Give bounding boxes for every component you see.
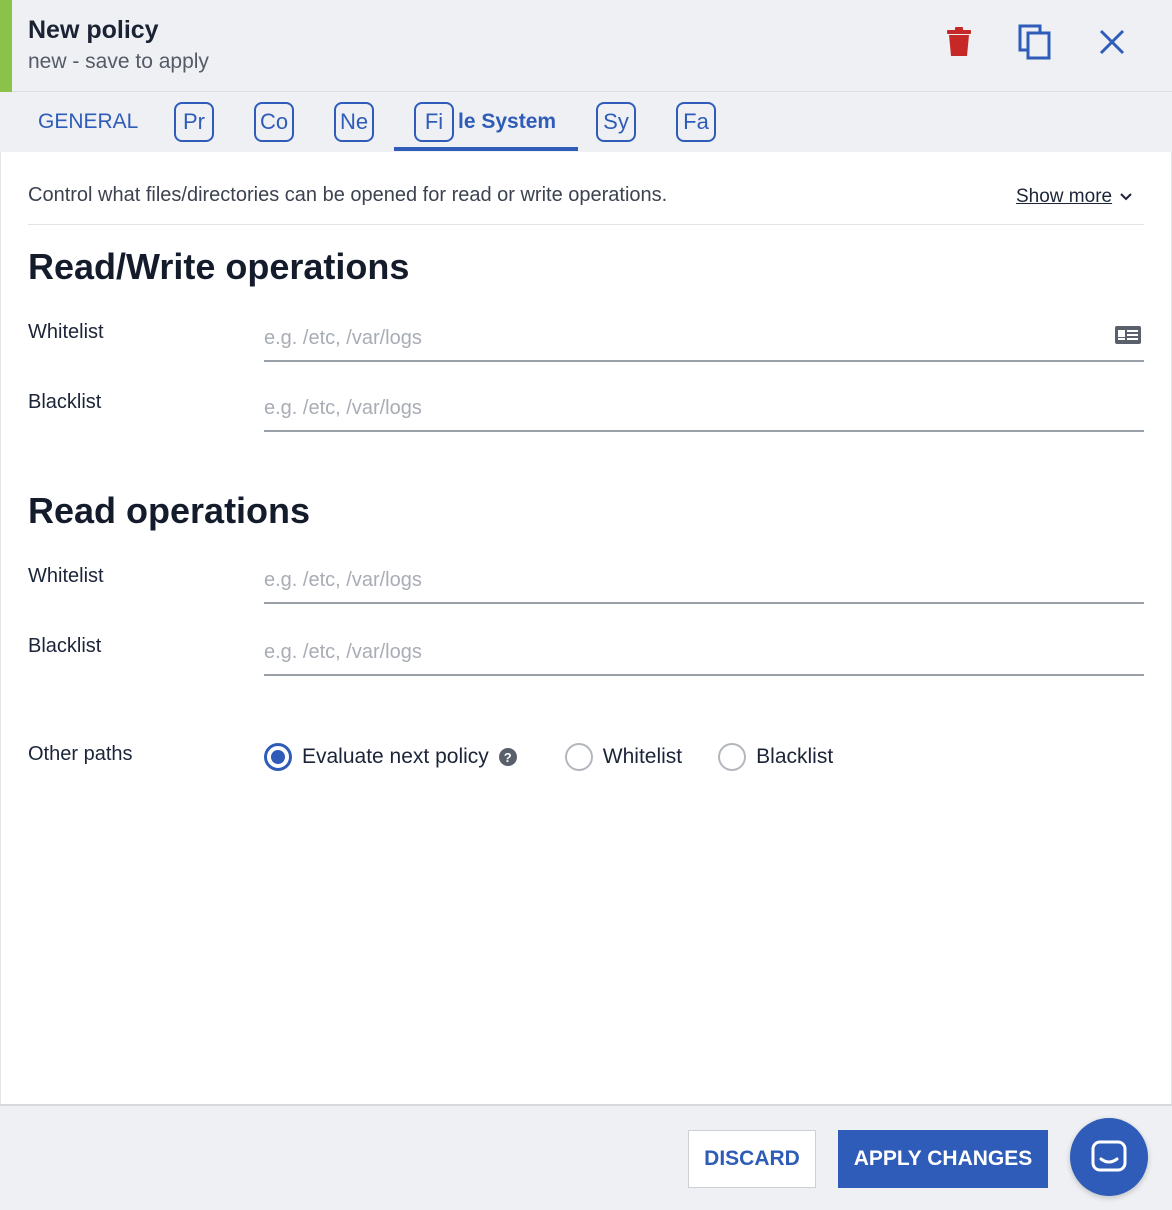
tab-pr[interactable]: Pr — [174, 92, 214, 152]
discard-button[interactable]: DISCARD — [688, 1130, 816, 1188]
tab-ne-label: Ne — [334, 102, 375, 142]
status-accent-bar — [0, 0, 12, 92]
radio-blacklist-label: Blacklist — [756, 745, 834, 768]
r-blacklist-label: Blacklist — [28, 635, 102, 657]
apply-changes-button[interactable]: APPLY CHANGES — [838, 1130, 1048, 1188]
radio-evaluate-label: Evaluate next policy — [302, 745, 489, 768]
r-whitelist-input[interactable] — [264, 558, 1144, 604]
section-description: Control what files/directories can be op… — [28, 184, 668, 206]
close-button[interactable] — [1090, 20, 1134, 64]
radio-evaluate-next-policy[interactable]: Evaluate next policy ? — [264, 743, 517, 771]
copy-icon — [1018, 24, 1051, 60]
close-icon — [1099, 29, 1125, 55]
r-whitelist-label: Whitelist — [28, 565, 104, 587]
radio-unselected-indicator — [718, 743, 747, 771]
tab-sy[interactable]: Sy — [596, 92, 636, 152]
read-write-title: Read/Write operations — [28, 246, 410, 287]
radio-whitelist-label: Whitelist — [602, 745, 683, 768]
trash-icon — [947, 27, 971, 56]
read-title: Read operations — [28, 490, 311, 531]
policy-header: New policy new - save to apply — [0, 0, 1172, 92]
tab-file-system-pill: Fi — [414, 102, 454, 142]
tab-fa[interactable]: Fa — [676, 92, 716, 152]
radio-whitelist[interactable]: Whitelist — [564, 743, 683, 771]
tab-co[interactable]: Co — [254, 92, 295, 152]
tab-file-system[interactable]: Fi le System — [414, 92, 556, 152]
rw-whitelist-input[interactable] — [264, 316, 1144, 362]
duplicate-button[interactable] — [1013, 20, 1057, 64]
radio-selected-indicator — [264, 743, 292, 771]
other-paths-radio-group: Evaluate next policy ? Whitelist Blackli… — [264, 740, 833, 774]
tab-general[interactable]: GENERAL — [38, 92, 138, 152]
help-icon[interactable]: ? — [498, 748, 517, 766]
tab-ne[interactable]: Ne — [334, 92, 375, 152]
rw-blacklist-input[interactable] — [264, 386, 1144, 432]
show-more-link[interactable]: Show more — [1016, 186, 1132, 208]
tab-general-label: GENERAL — [38, 110, 139, 133]
tab-co-label: Co — [254, 102, 295, 142]
tab-bar: GENERAL Pr Co Ne Fi le System Sy Fa — [0, 92, 1172, 152]
contact-card-icon[interactable] — [1114, 324, 1142, 346]
page-subtitle: new - save to apply — [28, 50, 209, 73]
radio-blacklist[interactable]: Blacklist — [718, 743, 833, 771]
chat-launcher[interactable] — [1070, 1118, 1148, 1196]
r-blacklist-input[interactable] — [264, 630, 1144, 676]
tab-fa-label: Fa — [676, 102, 716, 142]
chevron-down-icon — [1120, 193, 1132, 201]
content-panel — [0, 152, 1172, 1104]
tab-file-system-label: le System — [458, 110, 557, 133]
divider — [28, 224, 1144, 225]
show-more-label: Show more — [1016, 186, 1113, 207]
rw-blacklist-label: Blacklist — [28, 391, 102, 413]
chat-icon — [1091, 1140, 1127, 1172]
rw-whitelist-label: Whitelist — [28, 321, 104, 343]
tab-sy-label: Sy — [596, 102, 636, 142]
radio-unselected-indicator — [564, 743, 593, 771]
active-tab-indicator — [394, 147, 578, 151]
other-paths-label: Other paths — [28, 743, 133, 765]
delete-button[interactable] — [937, 20, 981, 64]
tab-pr-label: Pr — [174, 102, 214, 142]
page-title: New policy — [28, 16, 159, 44]
